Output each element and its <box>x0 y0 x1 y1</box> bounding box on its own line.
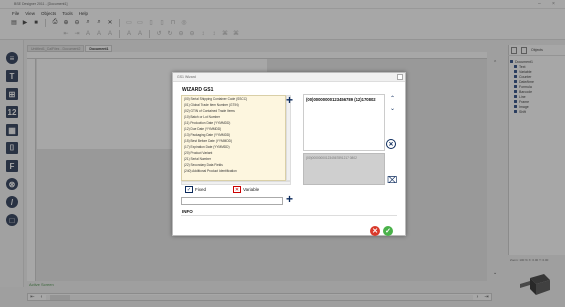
ai-list-container: (00) Serial Shipping Container Code (SSC… <box>181 95 291 185</box>
ai-list-scrollbar[interactable] <box>286 95 291 181</box>
fixed-label: Fixed <box>195 187 207 192</box>
ai-value-input[interactable] <box>181 197 283 205</box>
fixed-checkbox[interactable]: ✓ <box>185 186 193 193</box>
dialog-close-button[interactable] <box>397 74 403 80</box>
clear-code-button[interactable]: ✕ <box>386 139 396 149</box>
variable-checkbox[interactable]: ✕ <box>233 186 241 193</box>
gs1-code-value: (00)00000000123456789 (12)170802 <box>306 97 376 102</box>
info-label: INFO <box>182 209 193 214</box>
gs1-preview-field: (00)000000001234567891217 0802 <box>303 153 385 185</box>
gs1-preview-value: (00)000000001234567891217 0802 <box>306 156 357 160</box>
move-up-icon[interactable]: ⌃ <box>390 95 395 102</box>
ai-list-item[interactable]: (240) Additional Product Identification <box>182 168 285 174</box>
wizard-heading: WIZARD GS1 <box>182 87 214 93</box>
dialog-title: GS1 Wizard <box>177 75 196 79</box>
cancel-button[interactable]: ✕ <box>370 226 380 236</box>
gs1-wizard-dialog: GS1 Wizard WIZARD GS1 (00) Serial Shippi… <box>172 72 406 236</box>
add-value-button[interactable]: + <box>286 193 293 205</box>
move-down-icon[interactable]: ⌄ <box>390 105 395 112</box>
gs1-code-field[interactable]: (00)00000000123456789 (12)170802 <box>303 94 385 151</box>
application-identifier-list[interactable]: (00) Serial Shipping Container Code (SSC… <box>181 95 286 181</box>
add-ai-button[interactable]: + <box>286 94 293 106</box>
dialog-titlebar <box>173 73 405 82</box>
ok-button[interactable]: ✓ <box>383 226 393 236</box>
barcode-preview-icon[interactable]: ⌧ <box>387 175 397 186</box>
variable-label: Variable <box>243 187 260 192</box>
info-divider <box>181 215 397 216</box>
ai-list-hscrollbar[interactable] <box>181 181 291 185</box>
